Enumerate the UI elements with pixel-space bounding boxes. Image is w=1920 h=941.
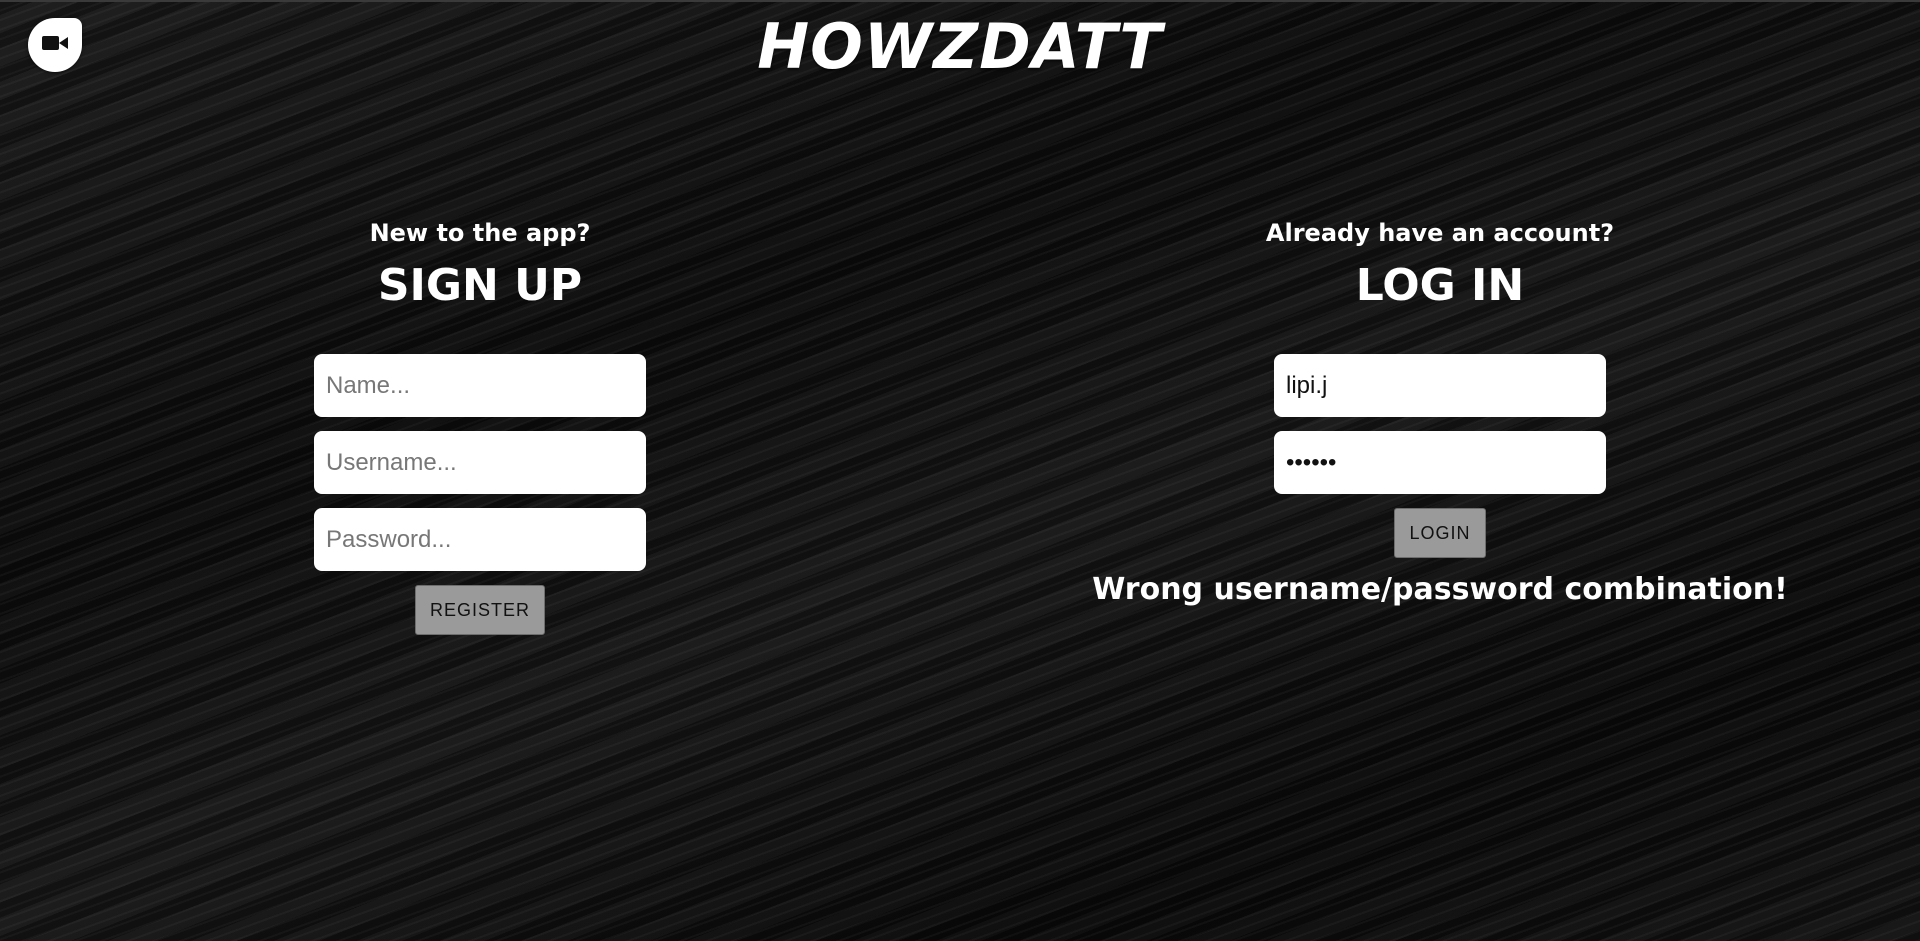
signup-prompt: New to the app? <box>369 219 591 247</box>
signup-panel: New to the app? SIGN UP REGISTER <box>170 216 790 635</box>
signup-name-input[interactable] <box>314 354 646 417</box>
login-button[interactable]: LOGIN <box>1394 508 1486 558</box>
login-panel: Already have an account? LOG IN LOGIN Wr… <box>1092 216 1788 612</box>
login-password-input[interactable] <box>1274 431 1606 494</box>
signup-heading: SIGN UP <box>377 260 583 311</box>
login-heading: LOG IN <box>1355 260 1525 311</box>
app-title: HOWZDATT <box>757 10 1163 83</box>
login-prompt: Already have an account? <box>1265 219 1615 247</box>
login-error-message: Wrong username/password combination! <box>1092 572 1788 607</box>
login-username-input[interactable] <box>1274 354 1606 417</box>
register-button[interactable]: REGISTER <box>414 585 545 635</box>
signup-username-input[interactable] <box>314 431 646 494</box>
signup-password-input[interactable] <box>314 508 646 571</box>
